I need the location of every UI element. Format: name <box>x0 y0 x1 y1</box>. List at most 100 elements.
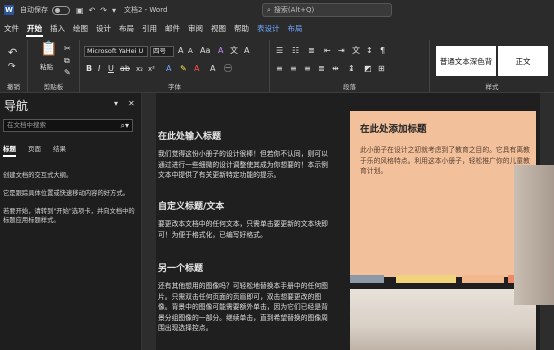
shrink-font-icon[interactable]: A <box>188 46 193 56</box>
grow-font-icon[interactable]: A <box>178 46 183 56</box>
sidebar-body[interactable]: 此小册子在设计之初就考虑到了教育之目的。它具有离教于乐的风格特点。利用这本小册子… <box>360 145 530 177</box>
bold-icon[interactable]: B <box>86 64 92 74</box>
document-canvas[interactable]: 在此处输入标题 我们觉得这份小册子的设计很棒！但若你不认同，则可以通过进行一些细… <box>142 93 554 350</box>
bullets-icon[interactable]: ☰ <box>276 46 283 56</box>
sort-icon[interactable]: ↕ <box>366 46 373 56</box>
text-effects-icon[interactable]: A <box>166 64 171 74</box>
copy-icon[interactable]: ⧉ <box>64 56 70 66</box>
brochure-photo[interactable] <box>350 289 536 350</box>
borders-icon[interactable]: ⊞ <box>378 64 385 74</box>
tab-help[interactable]: 帮助 <box>230 20 253 38</box>
heading-1[interactable]: 在此处输入标题 <box>158 129 221 142</box>
multilevel-list-icon[interactable]: ≣ <box>308 46 315 56</box>
tab-home[interactable]: 开始 <box>23 20 46 38</box>
nav-tabs: 标题 页面 结果 <box>3 143 66 157</box>
nav-help-text-1: 创建文档的交互式大纲。 <box>3 172 73 179</box>
clear-format-icon[interactable]: A <box>218 46 223 56</box>
nav-options-icon[interactable]: ▾ <box>114 99 118 108</box>
chinese-layout-icon[interactable]: 文 <box>352 46 360 56</box>
redo-icon[interactable]: ↷ <box>8 62 16 72</box>
body-paragraph-2[interactable]: 要更改本文档中的任何文本，只需单击要更新的文本块即可！为便于格式化，已编写好格式… <box>158 219 332 240</box>
superscript-icon[interactable]: x² <box>148 64 155 74</box>
tab-mailings[interactable]: 邮件 <box>161 20 184 38</box>
autosave-toggle[interactable] <box>52 5 70 15</box>
font-size-select[interactable]: 四号 <box>150 46 174 57</box>
ribbon: ↶ ↷ 撤销 📋 粘贴 ✂ ⧉ ✎ 剪贴板 Microsoft YaHei U … <box>0 38 554 93</box>
subscript-icon[interactable]: x₂ <box>136 64 143 74</box>
close-icon[interactable]: ✕ <box>128 99 135 108</box>
body-paragraph-3[interactable]: 还有其他想用的图像吗？可轻松地替换本手册中的任何图片。只需双击任何页面的页眉即可… <box>158 281 332 334</box>
pinyin-guide-icon[interactable]: 文 <box>230 46 238 56</box>
line-spacing-icon[interactable]: ↨ <box>348 64 355 74</box>
style-card-normal[interactable]: 正文 <box>498 46 548 76</box>
nav-help-text-2: 它是跟踪具体位置或快速移动内容的好方式。 <box>3 190 129 197</box>
italic-icon[interactable]: I <box>98 64 100 74</box>
word-app-icon: W <box>4 5 14 15</box>
strikethrough-icon[interactable]: ab <box>120 64 130 74</box>
tab-file[interactable]: 文件 <box>0 20 23 38</box>
save-icon[interactable]: ▣ <box>76 6 84 15</box>
font-group-label: 字体 <box>168 83 181 91</box>
style-card-dark-body[interactable]: 普通文本深色背 <box>436 46 496 76</box>
tab-draw[interactable]: 绘图 <box>69 20 92 38</box>
font-color-icon[interactable]: A <box>194 64 199 74</box>
font-name-select[interactable]: Microsoft YaHei U <box>84 46 148 57</box>
align-right-icon[interactable]: ≡ <box>304 64 311 74</box>
heading-2[interactable]: 自定义标题/文本 <box>158 199 224 212</box>
title-bar: W 自动保存 ▣ ↶ ↷ ▾ 文档2 - Word ⌕ 搜索(Alt+Q) <box>0 0 554 20</box>
shading-icon[interactable]: ◩ <box>364 64 372 74</box>
underline-icon[interactable]: U <box>108 64 114 74</box>
color-stripe-gray <box>350 275 384 283</box>
tab-insert[interactable]: 插入 <box>46 20 69 38</box>
tab-view[interactable]: 视图 <box>207 20 230 38</box>
color-stripe-peach <box>462 275 504 283</box>
document-page[interactable]: 在此处输入标题 我们觉得这份小册子的设计很棒！但若你不认同，则可以通过进行一些细… <box>156 93 540 350</box>
font-group: Microsoft YaHei U 四号 A A Aa A 文 A B I U … <box>80 40 270 92</box>
nav-search-input[interactable]: 在文档中搜索 ⌕▾ <box>3 119 133 132</box>
paste-label[interactable]: 粘贴 <box>40 62 53 72</box>
decrease-indent-icon[interactable]: ⇤ <box>324 46 331 56</box>
format-painter-icon[interactable]: ✎ <box>64 68 71 78</box>
cut-icon[interactable]: ✂ <box>64 44 71 54</box>
char-border-icon[interactable]: A <box>244 46 249 56</box>
undo-group-label: 撤销 <box>7 83 20 91</box>
redo-icon[interactable]: ↷ <box>100 6 107 15</box>
undo-group: ↶ ↷ 撤销 <box>0 40 28 92</box>
enclose-char-icon[interactable]: ㊀ <box>224 64 232 74</box>
search-icon[interactable]: ⌕▾ <box>121 120 130 131</box>
tab-layout[interactable]: 布局 <box>115 20 138 38</box>
customize-qat-icon[interactable]: ▾ <box>112 6 116 15</box>
char-shading-icon[interactable]: A <box>210 64 215 74</box>
undo-icon[interactable]: ↶ <box>8 47 17 58</box>
tab-design[interactable]: 设计 <box>92 20 115 38</box>
clipboard-group: 📋 粘贴 ✂ ⧉ ✎ 剪贴板 <box>28 40 80 92</box>
show-marks-icon[interactable]: ¶ <box>380 46 385 56</box>
align-left-icon[interactable]: ≡ <box>276 64 283 74</box>
body-paragraph-1[interactable]: 我们觉得这份小册子的设计很棒！但若你不认同，则可以通过进行一些细微的设计调整使其… <box>158 149 332 181</box>
undo-icon[interactable]: ↶ <box>89 6 96 15</box>
tab-pages[interactable]: 页面 <box>28 143 41 157</box>
tab-headings[interactable]: 标题 <box>3 143 16 157</box>
styles-group-label: 样式 <box>485 83 499 91</box>
increase-indent-icon[interactable]: ⇥ <box>338 46 345 56</box>
align-center-icon[interactable]: ≡ <box>290 64 297 74</box>
autosave-label: 自动保存 <box>20 6 48 14</box>
paste-icon[interactable]: 📋 <box>40 42 57 56</box>
paragraph-group: ☰ ☷ ≣ ⇤ ⇥ 文 ↕ ¶ ≡ ≡ ≡ ≣ ⇹ ↨ ◩ ⊞ 段落 <box>270 40 430 92</box>
numbering-icon[interactable]: ☷ <box>292 46 299 56</box>
search-box[interactable]: ⌕ 搜索(Alt+Q) <box>262 3 392 17</box>
change-case-icon[interactable]: Aa <box>200 46 210 56</box>
paragraph-group-label: 段落 <box>343 83 356 91</box>
heading-3[interactable]: 另一个标题 <box>158 261 203 274</box>
tab-table-design[interactable]: 表设计 <box>253 20 284 38</box>
tab-review[interactable]: 审阅 <box>184 20 207 38</box>
tab-table-layout[interactable]: 布局 <box>284 20 307 38</box>
justify-icon[interactable]: ≣ <box>318 64 325 74</box>
tab-references[interactable]: 引用 <box>138 20 161 38</box>
sidebar-textbox[interactable]: 在此处添加标题 此小册子在设计之初就考虑到了教育之目的。它具有离教于乐的风格特点… <box>350 111 536 277</box>
distribute-icon[interactable]: ⇹ <box>332 64 339 74</box>
tab-results[interactable]: 结果 <box>53 143 66 157</box>
quick-access-toolbar: ▣ ↶ ↷ ▾ <box>76 6 116 15</box>
sidebar-title[interactable]: 在此处添加标题 <box>360 121 427 135</box>
highlight-icon[interactable]: ✎ <box>180 64 187 74</box>
